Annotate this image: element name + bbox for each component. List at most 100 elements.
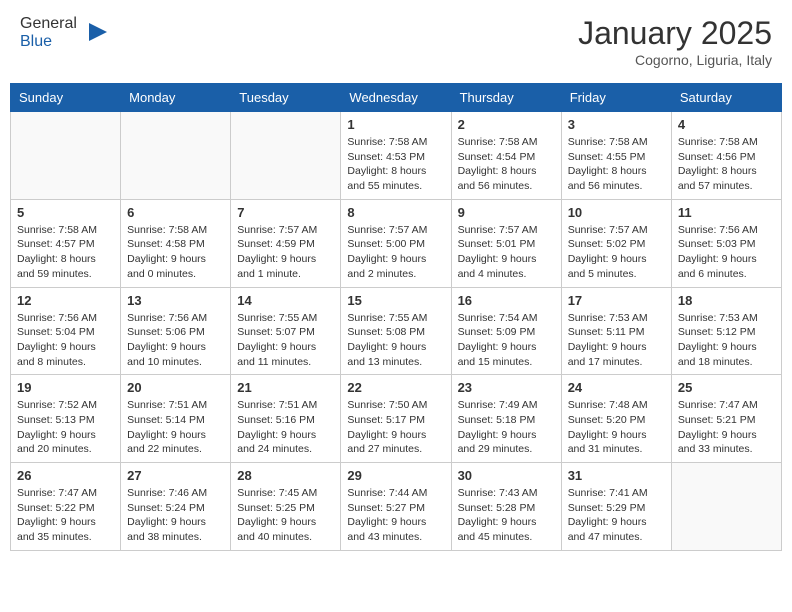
calendar-cell: 10 Sunrise: 7:57 AMSunset: 5:02 PMDayligh…: [561, 199, 671, 287]
calendar-cell: 24 Sunrise: 7:48 AMSunset: 5:20 PMDayligh…: [561, 375, 671, 463]
day-number: 19: [17, 380, 114, 395]
calendar-cell: 16Sunrise: 7:54 AMSunset: 5:09 PMDayligh…: [451, 287, 561, 375]
day-info: Sunrise: 7:47 AMSunset: 5:21 PMDaylight:…: [678, 398, 775, 457]
calendar-week-row: 19 Sunrise: 7:52 AMSunset: 5:13 PMDayligh…: [11, 375, 782, 463]
calendar-cell: 8 Sunrise: 7:57 AMSunset: 5:00 PMDaylight…: [341, 199, 451, 287]
day-info: Sunrise: 7:56 AMSunset: 5:04 PMDaylight:…: [17, 311, 114, 370]
calendar-cell: 15Sunrise: 7:55 AMSunset: 5:08 PMDayligh…: [341, 287, 451, 375]
day-info: Sunrise: 7:49 AMSunset: 5:18 PMDaylight:…: [458, 398, 555, 457]
calendar-header-thursday: Thursday: [451, 84, 561, 112]
day-number: 23: [458, 380, 555, 395]
calendar-cell: 31 Sunrise: 7:41 AMSunset: 5:29 PMDayligh…: [561, 463, 671, 551]
month-title: January 2025: [578, 15, 772, 52]
day-number: 16: [458, 293, 555, 308]
day-number: 8: [347, 205, 444, 220]
calendar-week-row: 5 Sunrise: 7:58 AMSunset: 4:57 PMDaylight…: [11, 199, 782, 287]
day-number: 7: [237, 205, 334, 220]
day-number: 5: [17, 205, 114, 220]
day-info: Sunrise: 7:57 AMSunset: 5:01 PMDaylight:…: [458, 223, 555, 282]
calendar-cell: [231, 112, 341, 200]
calendar-cell: 25 Sunrise: 7:47 AMSunset: 5:21 PMDayligh…: [671, 375, 781, 463]
day-info: Sunrise: 7:53 AMSunset: 5:12 PMDaylight:…: [678, 311, 775, 370]
day-number: 6: [127, 205, 224, 220]
calendar-cell: [671, 463, 781, 551]
day-info: Sunrise: 7:43 AMSunset: 5:28 PMDaylight:…: [458, 486, 555, 545]
day-info: Sunrise: 7:48 AMSunset: 5:20 PMDaylight:…: [568, 398, 665, 457]
day-info: Sunrise: 7:57 AMSunset: 4:59 PMDaylight:…: [237, 223, 334, 282]
title-block: January 2025 Cogorno, Liguria, Italy: [578, 15, 772, 68]
day-number: 24: [568, 380, 665, 395]
calendar-cell: 27 Sunrise: 7:46 AMSunset: 5:24 PMDayligh…: [121, 463, 231, 551]
day-info: Sunrise: 7:58 AMSunset: 4:58 PMDaylight:…: [127, 223, 224, 282]
calendar-cell: 6 Sunrise: 7:58 AMSunset: 4:58 PMDaylight…: [121, 199, 231, 287]
day-info: Sunrise: 7:56 AMSunset: 5:06 PMDaylight:…: [127, 311, 224, 370]
day-info: Sunrise: 7:57 AMSunset: 5:00 PMDaylight:…: [347, 223, 444, 282]
day-number: 11: [678, 205, 775, 220]
calendar-cell: [121, 112, 231, 200]
calendar-cell: 29Sunrise: 7:44 AMSunset: 5:27 PMDayligh…: [341, 463, 451, 551]
logo-blue: Blue: [20, 33, 52, 50]
logo: General Blue: [20, 15, 109, 51]
day-number: 15: [347, 293, 444, 308]
day-number: 22: [347, 380, 444, 395]
day-info: Sunrise: 7:53 AMSunset: 5:11 PMDaylight:…: [568, 311, 665, 370]
day-number: 13: [127, 293, 224, 308]
calendar-header-wednesday: Wednesday: [341, 84, 451, 112]
logo-icon: [79, 18, 109, 48]
day-number: 31: [568, 468, 665, 483]
day-info: Sunrise: 7:58 AMSunset: 4:54 PMDaylight:…: [458, 135, 555, 194]
day-info: Sunrise: 7:46 AMSunset: 5:24 PMDaylight:…: [127, 486, 224, 545]
calendar-cell: 30 Sunrise: 7:43 AMSunset: 5:28 PMDayligh…: [451, 463, 561, 551]
day-number: 25: [678, 380, 775, 395]
page-header: General Blue January 2025 Cogorno, Ligur…: [10, 10, 782, 73]
calendar-cell: 13 Sunrise: 7:56 AMSunset: 5:06 PMDayligh…: [121, 287, 231, 375]
calendar-cell: 5 Sunrise: 7:58 AMSunset: 4:57 PMDaylight…: [11, 199, 121, 287]
day-number: 14: [237, 293, 334, 308]
calendar-header-saturday: Saturday: [671, 84, 781, 112]
day-info: Sunrise: 7:51 AMSunset: 5:16 PMDaylight:…: [237, 398, 334, 457]
calendar-cell: 7 Sunrise: 7:57 AMSunset: 4:59 PMDaylight…: [231, 199, 341, 287]
day-number: 30: [458, 468, 555, 483]
day-number: 1: [347, 117, 444, 132]
day-number: 20: [127, 380, 224, 395]
calendar-cell: 9 Sunrise: 7:57 AMSunset: 5:01 PMDaylight…: [451, 199, 561, 287]
day-info: Sunrise: 7:58 AMSunset: 4:57 PMDaylight:…: [17, 223, 114, 282]
calendar-cell: 2 Sunrise: 7:58 AMSunset: 4:54 PMDaylight…: [451, 112, 561, 200]
calendar-week-row: 12 Sunrise: 7:56 AMSunset: 5:04 PMDayligh…: [11, 287, 782, 375]
calendar-header-row: SundayMondayTuesdayWednesdayThursdayFrid…: [11, 84, 782, 112]
calendar-cell: 14 Sunrise: 7:55 AMSunset: 5:07 PMDayligh…: [231, 287, 341, 375]
calendar-cell: 19 Sunrise: 7:52 AMSunset: 5:13 PMDayligh…: [11, 375, 121, 463]
day-number: 28: [237, 468, 334, 483]
day-info: Sunrise: 7:57 AMSunset: 5:02 PMDaylight:…: [568, 223, 665, 282]
day-number: 12: [17, 293, 114, 308]
location: Cogorno, Liguria, Italy: [578, 52, 772, 68]
calendar-header-friday: Friday: [561, 84, 671, 112]
calendar-cell: 23 Sunrise: 7:49 AMSunset: 5:18 PMDayligh…: [451, 375, 561, 463]
calendar-cell: 26Sunrise: 7:47 AMSunset: 5:22 PMDayligh…: [11, 463, 121, 551]
day-number: 21: [237, 380, 334, 395]
calendar-cell: 12 Sunrise: 7:56 AMSunset: 5:04 PMDayligh…: [11, 287, 121, 375]
calendar-week-row: 1 Sunrise: 7:58 AMSunset: 4:53 PMDaylight…: [11, 112, 782, 200]
day-number: 27: [127, 468, 224, 483]
day-info: Sunrise: 7:55 AMSunset: 5:07 PMDaylight:…: [237, 311, 334, 370]
day-number: 2: [458, 117, 555, 132]
day-number: 3: [568, 117, 665, 132]
calendar-header-sunday: Sunday: [11, 84, 121, 112]
day-info: Sunrise: 7:47 AMSunset: 5:22 PMDaylight:…: [17, 486, 114, 545]
logo-text: General Blue: [20, 15, 77, 51]
day-number: 4: [678, 117, 775, 132]
day-number: 29: [347, 468, 444, 483]
day-number: 18: [678, 293, 775, 308]
day-info: Sunrise: 7:52 AMSunset: 5:13 PMDaylight:…: [17, 398, 114, 457]
day-info: Sunrise: 7:58 AMSunset: 4:53 PMDaylight:…: [347, 135, 444, 194]
day-info: Sunrise: 7:51 AMSunset: 5:14 PMDaylight:…: [127, 398, 224, 457]
calendar-cell: 28Sunrise: 7:45 AMSunset: 5:25 PMDayligh…: [231, 463, 341, 551]
day-number: 9: [458, 205, 555, 220]
day-info: Sunrise: 7:56 AMSunset: 5:03 PMDaylight:…: [678, 223, 775, 282]
calendar-cell: 3Sunrise: 7:58 AMSunset: 4:55 PMDaylight…: [561, 112, 671, 200]
day-number: 10: [568, 205, 665, 220]
logo-general: General: [20, 15, 77, 32]
calendar-cell: 21 Sunrise: 7:51 AMSunset: 5:16 PMDayligh…: [231, 375, 341, 463]
calendar-week-row: 26Sunrise: 7:47 AMSunset: 5:22 PMDayligh…: [11, 463, 782, 551]
day-info: Sunrise: 7:41 AMSunset: 5:29 PMDaylight:…: [568, 486, 665, 545]
